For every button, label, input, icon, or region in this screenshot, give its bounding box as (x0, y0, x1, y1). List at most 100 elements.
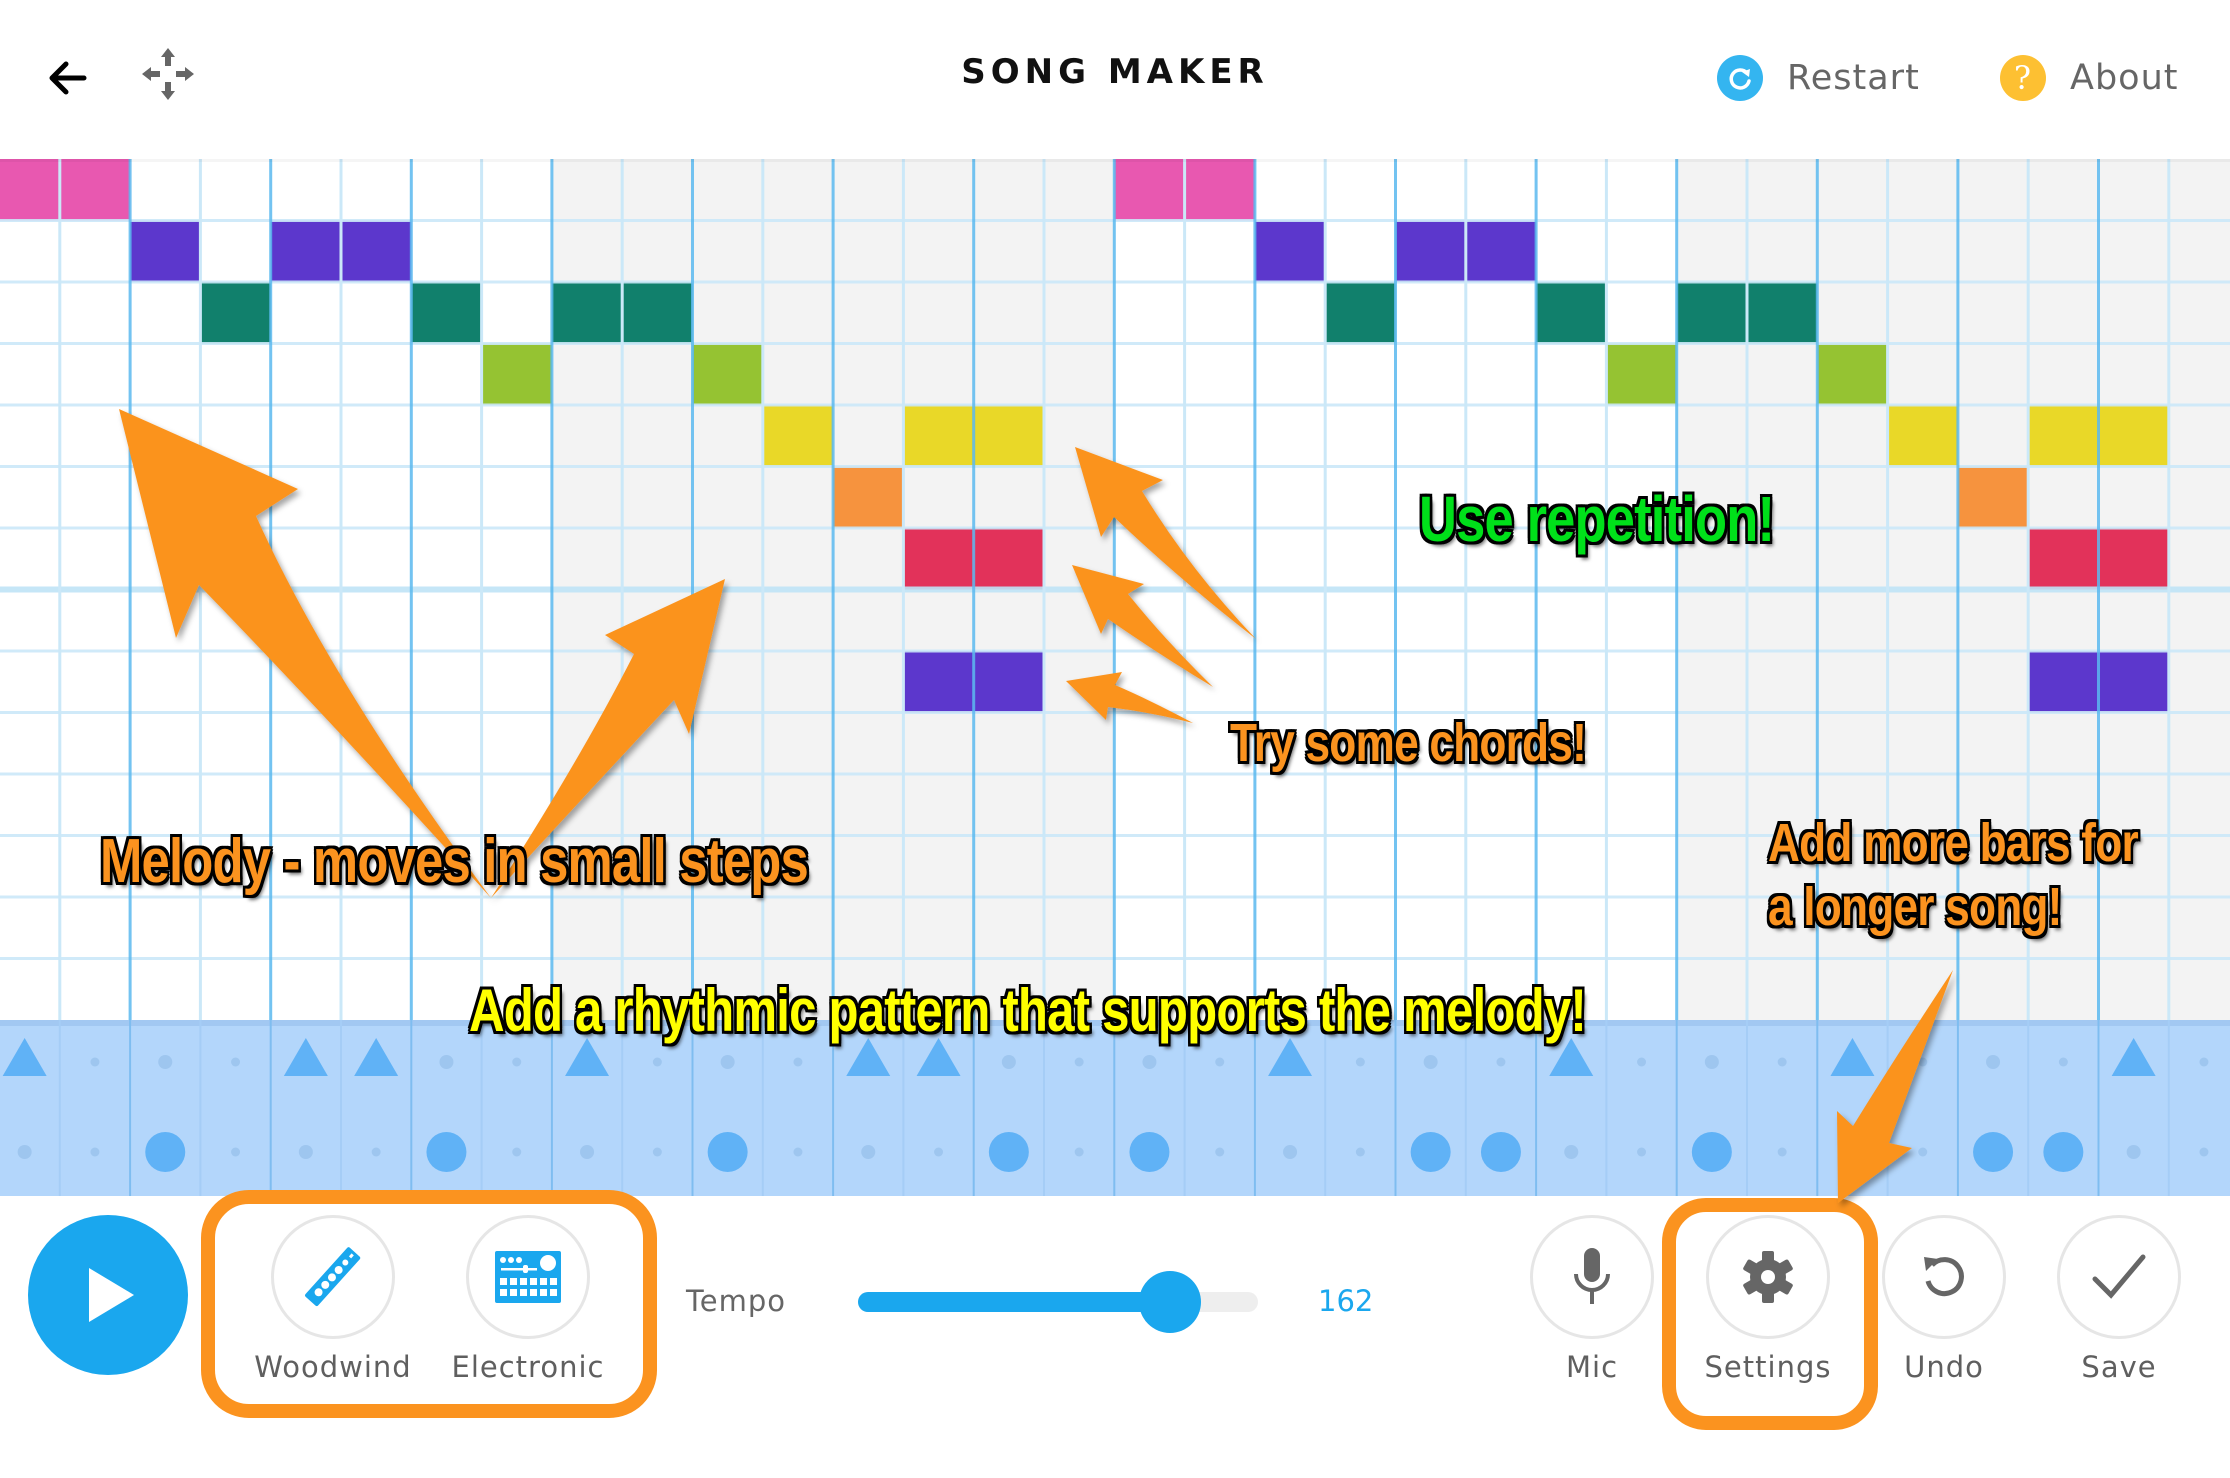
percussion-empty-dot (1777, 1147, 1787, 1157)
note-cell[interactable] (1887, 405, 1958, 467)
percussion-grid-canvas[interactable] (0, 1020, 2230, 1196)
percussion-triangle[interactable] (283, 1038, 328, 1076)
note-cell[interactable] (2098, 528, 2169, 590)
note-cell[interactable] (1325, 282, 1396, 344)
percussion-column-line (1253, 1020, 1256, 1196)
note-cell[interactable] (973, 651, 1044, 713)
note-cell[interactable] (973, 528, 1044, 590)
note-cell[interactable] (59, 159, 131, 221)
note-cell[interactable] (1465, 220, 1537, 283)
restart-button[interactable]: Restart (1717, 50, 1920, 106)
undo-button[interactable] (1882, 1215, 2006, 1339)
percussion-triangle[interactable] (1268, 1038, 1313, 1076)
percussion-circle[interactable] (988, 1132, 1029, 1172)
column-line (620, 159, 624, 1020)
column-line (1183, 159, 1187, 1020)
note-cell[interactable] (1676, 282, 1747, 344)
note-cell[interactable] (2028, 651, 2099, 713)
note-cell[interactable] (1184, 159, 1255, 221)
percussion-circle[interactable] (426, 1132, 467, 1172)
percussion-triangle[interactable] (2, 1038, 47, 1076)
restart-icon (1717, 55, 1763, 101)
column-line (1464, 159, 1468, 1020)
percussion-triangle[interactable] (2111, 1038, 2156, 1076)
note-cell[interactable] (1817, 343, 1888, 406)
note-cell[interactable] (1606, 343, 1677, 406)
percussion-triangle[interactable] (1830, 1038, 1875, 1076)
tempo-slider-thumb[interactable] (1139, 1271, 1201, 1333)
melody-grid[interactable] (0, 159, 2230, 1020)
melody-grid-canvas[interactable] (0, 159, 2230, 1020)
percussion-circle[interactable] (1691, 1132, 1732, 1172)
percussion-circle[interactable] (707, 1132, 748, 1172)
percussion-empty-dot (2199, 1057, 2209, 1067)
note-cell[interactable] (903, 528, 974, 590)
percussion-empty-dot (1355, 1057, 1365, 1067)
save-button[interactable] (2057, 1215, 2181, 1339)
note-cell[interactable] (270, 220, 341, 283)
percussion-empty-dot (512, 1057, 522, 1067)
settings-label: Settings (1704, 1350, 1832, 1384)
percussion-empty-dot (2126, 1145, 2141, 1159)
note-cell[interactable] (622, 282, 693, 344)
percussion-circle[interactable] (1129, 1132, 1170, 1172)
settings-button[interactable] (1706, 1215, 1830, 1339)
beat-line (1815, 159, 1819, 1020)
note-cell[interactable] (973, 405, 1044, 467)
beat-line (409, 159, 413, 1020)
note-cell[interactable] (2028, 405, 2099, 467)
percussion-circle[interactable] (1410, 1132, 1451, 1172)
about-button[interactable]: ? About (2000, 50, 2178, 106)
percussion-circle[interactable] (145, 1132, 186, 1172)
note-cell[interactable] (200, 282, 271, 344)
percussion-circle[interactable] (2043, 1132, 2084, 1172)
percussion-empty-dot (1215, 1057, 1225, 1067)
note-cell[interactable] (833, 466, 904, 529)
mic-label: Mic (1565, 1350, 1619, 1384)
play-button[interactable] (28, 1215, 188, 1375)
percussion-empty-dot (2199, 1147, 2209, 1157)
note-cell[interactable] (2098, 405, 2169, 467)
percussion-circle[interactable] (1480, 1132, 1521, 1172)
note-cell[interactable] (130, 220, 201, 283)
percussion-triangle[interactable] (1549, 1038, 1594, 1076)
note-cell[interactable] (551, 282, 623, 344)
percussion-column-line (902, 1020, 905, 1196)
note-cell[interactable] (903, 405, 974, 467)
percussion-triangle[interactable] (565, 1038, 610, 1076)
note-cell[interactable] (0, 159, 60, 221)
tempo-slider[interactable] (858, 1271, 1258, 1333)
column-line (1604, 159, 1608, 1020)
percussion-empty-dot (1496, 1057, 1506, 1067)
note-cell[interactable] (1395, 220, 1466, 283)
percussion-empty-dot (1215, 1147, 1225, 1157)
mic-button[interactable] (1530, 1215, 1654, 1339)
note-cell[interactable] (903, 651, 974, 713)
percussion-column-line (1675, 1020, 1678, 1196)
note-cell[interactable] (341, 220, 412, 283)
note-cell[interactable] (2028, 528, 2099, 590)
instrument-electronic-button[interactable] (466, 1215, 590, 1339)
percussion-empty-dot (298, 1145, 313, 1159)
instrument-woodwind-button[interactable] (271, 1215, 395, 1339)
percussion-triangle[interactable] (916, 1038, 961, 1076)
percussion-triangle[interactable] (846, 1038, 891, 1076)
note-cell[interactable] (1957, 466, 2029, 529)
note-cell[interactable] (762, 405, 834, 467)
percussion-column-line (58, 1020, 61, 1196)
percussion-column-line (1605, 1020, 1608, 1196)
note-cell[interactable] (481, 343, 552, 406)
note-cell[interactable] (411, 282, 482, 344)
percussion-triangle[interactable] (354, 1038, 399, 1076)
note-cell[interactable] (692, 343, 763, 406)
note-cell[interactable] (1114, 159, 1185, 221)
percussion-grid[interactable] (0, 1020, 2230, 1196)
beat-line (691, 159, 694, 1020)
note-cell[interactable] (1747, 282, 1818, 344)
note-cell[interactable] (2098, 651, 2169, 713)
note-cell[interactable] (1536, 282, 1607, 344)
note-cell[interactable] (1254, 220, 1326, 283)
beat-line (550, 159, 554, 1020)
percussion-empty-dot (231, 1057, 241, 1067)
percussion-circle[interactable] (1973, 1132, 2014, 1172)
